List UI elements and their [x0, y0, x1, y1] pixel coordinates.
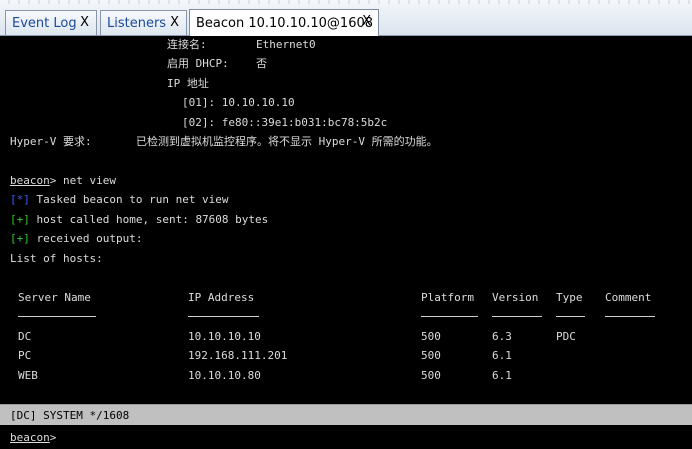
- tab-label: Beacon 10.10.10.10@1608: [196, 15, 374, 31]
- ip-address-1: [01]: 10.10.10.10: [182, 96, 295, 109]
- header-rule: [421, 316, 478, 317]
- table-cell: 6.1: [492, 369, 512, 382]
- table-cell: 500: [421, 330, 441, 343]
- table-header: IP Address: [188, 291, 255, 304]
- table-cell: 192.168.111.201: [188, 349, 288, 362]
- header-rule: [492, 316, 542, 317]
- output-line: [*] Tasked beacon to run net view: [10, 193, 229, 206]
- command-prompt: beacon >: [0, 425, 692, 449]
- close-icon[interactable]: X: [170, 15, 179, 30]
- table-cell: PDC: [556, 330, 576, 343]
- prompt-label: beacon: [10, 174, 50, 187]
- table-cell: WEB: [18, 369, 38, 382]
- close-icon[interactable]: X: [80, 15, 89, 30]
- hyperv-value: 已检测到虚拟机监控程序。将不显示 Hyper-V 所需的功能。: [136, 135, 438, 148]
- table-cell: PC: [18, 349, 32, 362]
- header-rule: [18, 316, 96, 317]
- ip-label: IP 地址: [167, 77, 209, 90]
- table-header: Version: [492, 291, 539, 304]
- output-line: [+] host called home, sent: 87608 bytes: [10, 213, 269, 226]
- table-cell: 10.10.10.80: [188, 369, 261, 382]
- success-tag: [+]: [10, 213, 30, 226]
- status-bar: [DC] SYSTEM */1608: [0, 404, 692, 425]
- tab-bar-grip: [0, 0, 692, 4]
- console-output[interactable]: 连接名: Ethernet0 启用 DHCP: 否 IP 地址 [01]: 10…: [0, 36, 692, 404]
- table-cell: 500: [421, 349, 441, 362]
- table-cell: 10.10.10.10: [188, 330, 261, 343]
- table-header: Type: [556, 291, 583, 304]
- table-cell: 6.3: [492, 330, 512, 343]
- conn-label: 连接名:: [167, 38, 207, 51]
- close-icon[interactable]: X: [362, 14, 371, 29]
- header-rule: [605, 316, 655, 317]
- table-header: Comment: [605, 291, 652, 304]
- tab-label: Listeners: [107, 15, 167, 31]
- header-rule: [188, 316, 259, 317]
- table-header: Server Name: [18, 291, 91, 304]
- ip-address-2: [02]: fe80::39e1:b031:bc78:5b2c: [182, 116, 388, 129]
- tab-label: Event Log: [12, 15, 77, 31]
- table-cell: 6.1: [492, 349, 512, 362]
- list-title: List of hosts:: [10, 252, 103, 265]
- success-tag: [+]: [10, 232, 30, 245]
- command-text: net view: [63, 174, 116, 187]
- tab-listeners[interactable]: Listeners X: [100, 10, 187, 35]
- conn-value: Ethernet0: [256, 38, 316, 51]
- session-status: [DC] SYSTEM */1608: [10, 408, 130, 422]
- command-input[interactable]: [56, 430, 692, 444]
- table-cell: DC: [18, 330, 32, 343]
- info-tag: [*]: [10, 193, 30, 206]
- output-line: [+] received output:: [10, 232, 143, 245]
- command-line: beacon> net view: [10, 174, 116, 187]
- hyperv-label: Hyper-V 要求:: [10, 135, 92, 148]
- tab-bar: Event Log X Listeners X Beacon 10.10.10.…: [0, 0, 692, 36]
- table-cell: 500: [421, 369, 441, 382]
- table-header: Platform: [421, 291, 474, 304]
- dhcp-value: 否: [256, 57, 267, 70]
- tab-event-log[interactable]: Event Log X: [5, 10, 97, 35]
- tab-beacon[interactable]: Beacon 10.10.10.10@1608 X: [189, 9, 379, 36]
- header-rule: [556, 316, 585, 317]
- dhcp-label: 启用 DHCP:: [167, 57, 229, 70]
- prompt-label: beacon: [10, 430, 50, 444]
